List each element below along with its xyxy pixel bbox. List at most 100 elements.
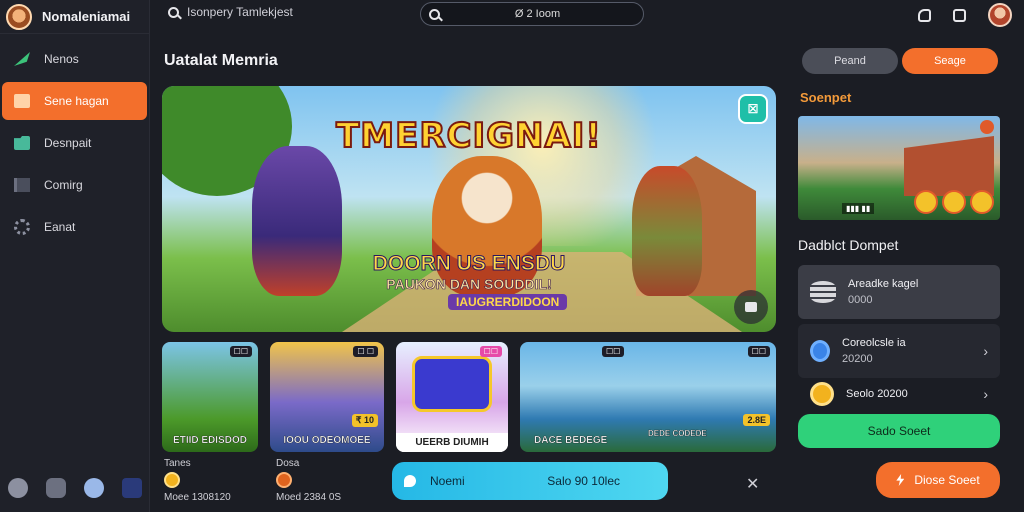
game-card-vehicle bbox=[412, 356, 492, 412]
media-icon bbox=[745, 302, 757, 312]
wallet-item-value: 20200 bbox=[842, 353, 873, 365]
game-card-price: 2.8E bbox=[743, 414, 770, 426]
window-icon[interactable] bbox=[953, 8, 966, 22]
sidebar-item-label: Desnpait bbox=[44, 136, 92, 150]
brand-logo-icon bbox=[6, 3, 32, 30]
shield-icon[interactable] bbox=[122, 478, 142, 498]
hero-media-button[interactable] bbox=[734, 290, 768, 324]
game-card[interactable]: ☐☐ ETIID EDISDOD bbox=[162, 342, 258, 452]
control-icon bbox=[942, 190, 966, 214]
blue-coin-icon bbox=[810, 340, 830, 362]
game-card-caption: IOOU ODEOMOEE bbox=[283, 435, 371, 446]
stat-value: Moee 1308120 bbox=[164, 492, 231, 503]
top-bar: Isonpery Tamlekjest Ø 2 Ioom bbox=[150, 0, 1024, 34]
control-icon bbox=[970, 190, 994, 214]
sidebar-item-label: Nenos bbox=[44, 52, 79, 66]
featured-controls bbox=[914, 190, 994, 214]
avatar[interactable] bbox=[988, 3, 1012, 27]
chat-icon[interactable] bbox=[46, 478, 66, 498]
wallet-item[interactable]: Areadke kagel 0000 bbox=[798, 265, 1000, 319]
quick-search[interactable]: Isonpery Tamlekjest bbox=[168, 5, 293, 19]
close-icon[interactable]: ✕ bbox=[746, 474, 759, 494]
hero-banner[interactable]: TMERCIGNAI! DOORN US ENSDU PAUKON DAN SO… bbox=[162, 86, 776, 332]
page-title: Uatalat Memria bbox=[164, 52, 278, 69]
seage-button[interactable]: Seage bbox=[902, 48, 998, 74]
diose-soeet-button[interactable]: Diose Soeet bbox=[876, 462, 1000, 498]
sidebar-item-sene-hagan[interactable]: Sene hagan bbox=[2, 82, 147, 120]
game-card-price: ₹ 10 bbox=[351, 414, 378, 427]
search-input[interactable]: Ø 2 Ioom bbox=[420, 2, 644, 26]
cta-label: Diose Soeet bbox=[914, 473, 980, 487]
control-icon bbox=[914, 190, 938, 214]
promo-bar[interactable]: Noemi Salo 90 10lec bbox=[392, 462, 668, 500]
coin-icon bbox=[276, 472, 292, 488]
sidebar-item-comirg[interactable]: Comirg bbox=[2, 166, 147, 204]
sidebar-item-eanat[interactable]: Eanat bbox=[2, 208, 147, 246]
game-card[interactable]: ☐☐ UEERB DIUMIH bbox=[396, 342, 508, 452]
search-icon bbox=[168, 6, 179, 18]
sidebar-item-label: Eanat bbox=[44, 220, 76, 234]
chevron-right-icon: › bbox=[983, 343, 988, 359]
stat-item: Tanes Moee 1308120 bbox=[164, 458, 264, 503]
wallet-item-name: Coreolcsle ia bbox=[842, 337, 906, 349]
game-card[interactable]: ☐ ☐ ₹ 10 IOOU ODEOMOEE bbox=[270, 342, 384, 452]
featured-building bbox=[904, 136, 994, 196]
quick-search-label: Isonpery Tamlekjest bbox=[187, 5, 293, 19]
user-icon[interactable] bbox=[8, 478, 28, 498]
bolt-icon bbox=[896, 474, 905, 486]
wallet-item[interactable]: Seolo 20200 › bbox=[798, 374, 1000, 414]
top-actions bbox=[918, 3, 1012, 27]
document-icon bbox=[14, 94, 30, 108]
game-card-tag: ☐☐ bbox=[479, 346, 502, 357]
promo-right-text: Salo 90 10lec bbox=[547, 474, 620, 488]
hero-tagline: IAUGRERDIDOON bbox=[448, 294, 568, 310]
stat-label: Tanes bbox=[164, 458, 191, 469]
wallet-item-name: Seolo 20200 bbox=[846, 388, 908, 400]
globe-icon[interactable] bbox=[84, 478, 104, 498]
right-panel: Peand Seage Soenpet ▮▮▮ ▮▮ Dadblct Dompe… bbox=[788, 36, 1024, 512]
promo-left-text: Noemi bbox=[430, 474, 465, 488]
sado-soeet-button[interactable]: Sado Soeet bbox=[798, 414, 1000, 448]
notification-icon[interactable] bbox=[918, 8, 931, 22]
featured-game-image[interactable]: ▮▮▮ ▮▮ bbox=[798, 116, 1000, 220]
featured-badge-icon bbox=[980, 120, 994, 134]
book-icon bbox=[14, 178, 30, 192]
gold-coin-icon bbox=[810, 382, 834, 406]
game-card[interactable]: ☐☐ ☐☐ 2.8E DACE BEDEGE DEDE CODEDE bbox=[520, 342, 776, 452]
wallet-title: Dadblct Dompet bbox=[798, 237, 899, 253]
wallet-item-value: 0000 bbox=[848, 294, 873, 306]
game-card-tag: ☐☐ bbox=[602, 346, 625, 357]
stat-label: Dosa bbox=[276, 458, 300, 469]
coin-stack-icon bbox=[810, 281, 836, 303]
sidebar-footer bbox=[8, 478, 142, 498]
folder-icon bbox=[14, 136, 30, 150]
brand[interactable]: Nomaleniamai bbox=[0, 0, 149, 34]
hero-title: TMERCIGNAI! bbox=[335, 115, 602, 157]
game-card-caption: DEDE CODEDE bbox=[648, 429, 707, 438]
hero-subtitle: DOORN US ENSDU bbox=[372, 252, 566, 276]
stat-item: Dosa Moed 2384 0S bbox=[276, 458, 376, 503]
sidebar-item-nenos[interactable]: Nenos bbox=[2, 40, 147, 78]
sidebar-item-label: Comirg bbox=[44, 178, 83, 192]
game-card-tag: ☐ ☐ bbox=[353, 346, 378, 357]
leaf-icon bbox=[14, 52, 30, 66]
sidebar-item-desnpait[interactable]: Desnpait bbox=[2, 124, 147, 162]
hero-badge[interactable]: ☒ bbox=[738, 94, 768, 124]
stat-value: Moed 2384 0S bbox=[276, 492, 342, 503]
chat-bubble-icon bbox=[404, 475, 416, 487]
game-card-caption: UEERB DIUMIH bbox=[396, 433, 508, 452]
game-thumbnails: ☐☐ ETIID EDISDOD ☐ ☐ ₹ 10 IOOU ODEOMOEE … bbox=[162, 342, 776, 452]
game-card-tag: ☐☐ bbox=[229, 346, 252, 357]
gear-icon bbox=[14, 219, 30, 235]
app-window: Nomaleniamai Nenos Sene hagan Desnpait C… bbox=[0, 0, 1024, 512]
wallet-item-name: Areadke kagel bbox=[848, 278, 919, 290]
sidebar-item-label: Sene hagan bbox=[44, 94, 109, 108]
brand-name: Nomaleniamai bbox=[42, 9, 131, 24]
featured-title: Soenpet bbox=[800, 90, 852, 105]
peand-button[interactable]: Peand bbox=[802, 48, 898, 74]
chevron-right-icon: › bbox=[983, 386, 988, 402]
wallet-item[interactable]: Coreolcsle ia 20200 › bbox=[798, 324, 1000, 378]
hero-subtitle-secondary: PAUKON DAN SOUDDIL! bbox=[386, 276, 552, 293]
search-icon bbox=[429, 8, 440, 20]
sidebar: Nomaleniamai Nenos Sene hagan Desnpait C… bbox=[0, 0, 150, 512]
